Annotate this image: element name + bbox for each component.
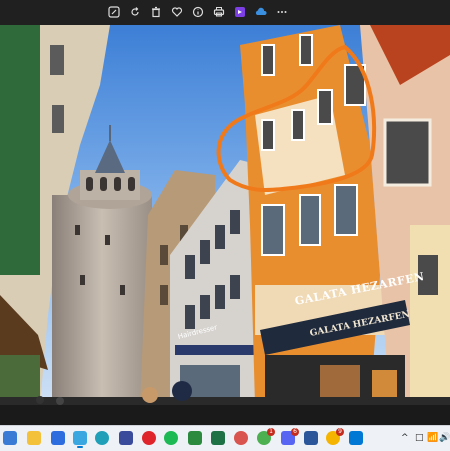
spotify-icon[interactable] bbox=[164, 431, 178, 445]
wifi-icon[interactable]: 📶 bbox=[427, 433, 438, 443]
xbox-icon[interactable] bbox=[188, 431, 202, 445]
photos-icon[interactable] bbox=[73, 431, 87, 448]
taskbar: 1 6 9 ^ □ 📶 🔊 bbox=[0, 425, 450, 451]
media-icon[interactable] bbox=[234, 431, 248, 445]
chrome-icon[interactable]: 1 bbox=[257, 428, 275, 445]
spreadsheet-icon[interactable] bbox=[119, 431, 133, 445]
edge-icon[interactable] bbox=[95, 431, 109, 445]
edit-icon[interactable] bbox=[107, 5, 121, 19]
file-explorer-icon[interactable] bbox=[27, 431, 41, 445]
delete-icon[interactable] bbox=[149, 5, 163, 19]
filmstrip-bar bbox=[0, 405, 450, 425]
viewer-toolbar bbox=[0, 0, 450, 25]
chrome-dev-icon[interactable]: 9 bbox=[326, 428, 344, 445]
chrome-badge: 1 bbox=[267, 428, 275, 436]
favorite-icon[interactable] bbox=[170, 5, 184, 19]
info-icon[interactable] bbox=[191, 5, 205, 19]
clipchamp-icon[interactable] bbox=[233, 5, 247, 19]
copilot-icon[interactable] bbox=[3, 431, 17, 445]
chrome-dev-badge: 9 bbox=[336, 428, 344, 436]
more-icon[interactable] bbox=[275, 5, 289, 19]
terminal-icon[interactable] bbox=[51, 431, 65, 445]
discord-icon[interactable]: 6 bbox=[281, 428, 299, 445]
volume-icon[interactable]: 🔊 bbox=[439, 433, 450, 443]
store-icon[interactable] bbox=[349, 431, 363, 445]
excel-icon[interactable] bbox=[211, 431, 225, 445]
print-icon[interactable] bbox=[212, 5, 226, 19]
onedrive-icon[interactable] bbox=[254, 5, 268, 19]
rotate-icon[interactable] bbox=[128, 5, 142, 19]
opera-icon[interactable] bbox=[142, 431, 156, 445]
image-viewer: GALATA HEZARFEN GALATA HEZARFEN Hairdres… bbox=[0, 25, 450, 405]
word-icon[interactable] bbox=[304, 431, 318, 445]
discord-badge: 6 bbox=[291, 428, 299, 436]
photo bbox=[0, 25, 450, 405]
tray-display-icon[interactable]: □ bbox=[415, 433, 424, 443]
tray-chevron-icon[interactable]: ^ bbox=[401, 433, 409, 443]
